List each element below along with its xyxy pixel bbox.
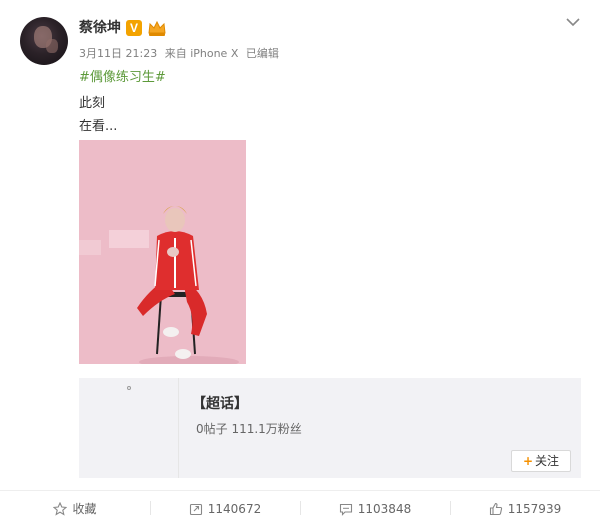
plus-icon: + <box>522 454 534 468</box>
repost-button[interactable]: 1140672 <box>150 491 300 526</box>
topic-link[interactable]: #偶像练习生# <box>79 70 166 85</box>
comment-icon <box>339 503 352 516</box>
action-bar: 收藏 1140672 1103848 1157939 <box>0 491 600 526</box>
avatar-hand <box>46 39 58 53</box>
thumbs-up-icon <box>489 502 502 515</box>
favorite-button[interactable]: 收藏 <box>0 491 150 526</box>
chevron-down-icon[interactable] <box>566 17 580 27</box>
comment-count: 1103848 <box>357 501 412 516</box>
post-text-line: 在看... <box>79 119 118 134</box>
follow-button[interactable]: + 关注 <box>511 450 571 472</box>
edited-label[interactable]: 已编辑 <box>246 47 279 60</box>
star-icon <box>53 501 68 516</box>
post-text-line: 此刻 <box>79 96 106 111</box>
repost-count: 1140672 <box>207 501 262 516</box>
weibo-post-card: 蔡徐坤 V 3月11日 21:23 来自 iPhone X 已编辑 #偶像练习生… <box>0 0 600 526</box>
author-name[interactable]: 蔡徐坤 <box>79 19 121 37</box>
supertopic-thumbnail[interactable] <box>79 378 179 478</box>
follow-label: 关注 <box>535 454 560 468</box>
post-meta: 3月11日 21:23 来自 iPhone X 已编辑 <box>79 47 283 61</box>
topic-hashtag[interactable]: #偶像练习生# <box>79 70 166 86</box>
like-count: 1157939 <box>507 501 562 516</box>
supertopic-stats: 0帖子 111.1万粉丝 <box>196 422 302 436</box>
supertopic-card[interactable]: 【超话】 0帖子 111.1万粉丝 + 关注 <box>79 378 581 478</box>
repost-icon <box>189 503 202 515</box>
post-source: 来自 iPhone X <box>164 47 239 60</box>
post-photo[interactable] <box>79 140 246 364</box>
favorite-label: 收藏 <box>72 502 97 516</box>
comment-button[interactable]: 1103848 <box>300 491 450 526</box>
member-crown-icon <box>148 20 166 36</box>
supertopic-title[interactable]: 【超话】 <box>192 393 248 413</box>
verified-icon: V <box>126 20 142 36</box>
avatar[interactable] <box>20 17 68 65</box>
photo-illustration <box>79 140 246 364</box>
like-button[interactable]: 1157939 <box>450 491 600 526</box>
image-placeholder-icon <box>127 386 131 390</box>
post-date[interactable]: 3月11日 21:23 <box>79 47 157 60</box>
